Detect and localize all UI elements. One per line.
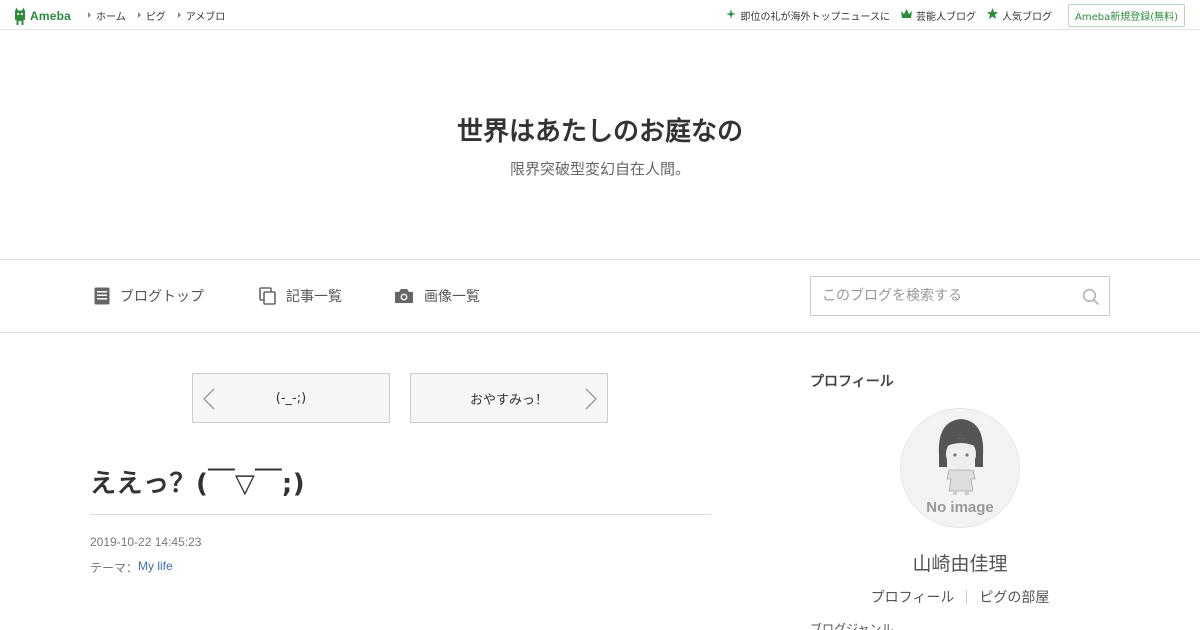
blog-nav-articles[interactable]: 記事一覧 — [259, 286, 342, 306]
header-nav-ameblo[interactable]: アメブロ — [177, 8, 226, 23]
header-right-links: 即位の礼が海外トップニュースに 芸能人ブログ 人気ブログ Ameba新規登録(無… — [715, 0, 1185, 30]
blog-search — [810, 276, 1110, 316]
header-link-celebrity-blog[interactable]: 芸能人ブログ — [900, 8, 976, 23]
header-link-label: 即位の礼が海外トップニュースに — [740, 11, 890, 23]
profile-name[interactable]: 山崎由佳理 — [810, 549, 1110, 576]
entry-title: ええっ？(￣▽￣;) — [90, 469, 306, 499]
entry-theme-link[interactable]: My life — [138, 559, 173, 576]
header-nav-pigg[interactable]: ピグ — [137, 8, 166, 23]
profile-heading: プロフィール — [810, 374, 894, 390]
copy-icon — [259, 287, 276, 305]
profile-links: プロフィール ピグの部屋 — [810, 587, 1110, 607]
next-entry-label: おやすみっ！ — [469, 392, 548, 408]
blog-nav: ブログトップ 記事一覧 画像一覧 — [0, 260, 1200, 333]
crown-icon — [900, 9, 912, 21]
blog-title[interactable]: 世界はあたしのお庭なの — [0, 111, 1200, 148]
blog-nav-top[interactable]: ブログトップ — [94, 286, 204, 306]
arrow-right-icon — [177, 12, 181, 18]
prev-entry-label: (-_-;) — [275, 390, 307, 406]
site-header: Ameba ホーム ピグ アメブロ 即位の礼が海外トップニュースに 芸能人ブログ… — [0, 0, 1200, 30]
header-nav-label: アメブロ — [185, 11, 226, 23]
blog-search-input[interactable] — [812, 278, 1072, 314]
avatar[interactable]: No image — [900, 408, 1020, 528]
header-nav-home[interactable]: ホーム — [88, 8, 126, 23]
blog-genre-heading: ブログジャンル — [810, 622, 894, 630]
header-link-popular-blog[interactable]: 人気ブログ — [986, 8, 1052, 23]
camera-icon — [394, 288, 414, 304]
blog-nav-images[interactable]: 画像一覧 — [394, 286, 480, 306]
header-link-label: 人気ブログ — [1001, 11, 1052, 23]
profile-link[interactable]: プロフィール — [859, 587, 967, 607]
search-button[interactable] — [1081, 287, 1101, 307]
blog-header: 世界はあたしのお庭なの 限界突破型変幻自在人間。 — [0, 31, 1200, 260]
blog-nav-label: 画像一覧 — [424, 289, 480, 305]
entry-date: 2019-10-22 14:45:23 — [90, 535, 202, 549]
entry-divider — [90, 514, 711, 515]
ameba-logo[interactable]: Ameba — [13, 6, 71, 25]
pigg-room-link[interactable]: ピグの部屋 — [967, 587, 1061, 607]
blog-description: 限界突破型変幻自在人間。 — [509, 160, 690, 178]
logo-text: Ameba — [30, 8, 72, 23]
chevron-right-icon — [585, 388, 597, 414]
header-link-news[interactable]: 即位の礼が海外トップニュースに — [726, 8, 890, 23]
entry-theme-prefix: テーマ： — [90, 561, 139, 575]
prev-entry-button[interactable]: (-_-;) — [192, 373, 390, 423]
chevron-left-icon — [203, 388, 215, 414]
next-entry-button[interactable]: おやすみっ！ — [410, 373, 608, 423]
search-icon — [1082, 288, 1100, 306]
avatar-placeholder-text: No image — [926, 499, 994, 516]
arrow-right-icon — [137, 12, 141, 18]
document-icon — [94, 287, 110, 305]
header-nav-label: ピグ — [145, 11, 166, 23]
sparkle-icon — [726, 8, 737, 22]
header-link-label: 芸能人ブログ — [915, 11, 976, 23]
ameba-mascot-icon — [15, 7, 25, 25]
header-nav: ホーム ピグ アメブロ — [88, 0, 237, 30]
arrow-right-icon — [88, 12, 91, 18]
header-nav-label: ホーム — [96, 11, 126, 23]
entry-theme: テーマ： My life — [90, 559, 173, 576]
register-button[interactable]: Ameba新規登録(無料) — [1067, 3, 1185, 27]
star-icon — [986, 8, 998, 22]
blog-nav-label: 記事一覧 — [286, 289, 342, 305]
blog-nav-label: ブログトップ — [120, 289, 204, 305]
